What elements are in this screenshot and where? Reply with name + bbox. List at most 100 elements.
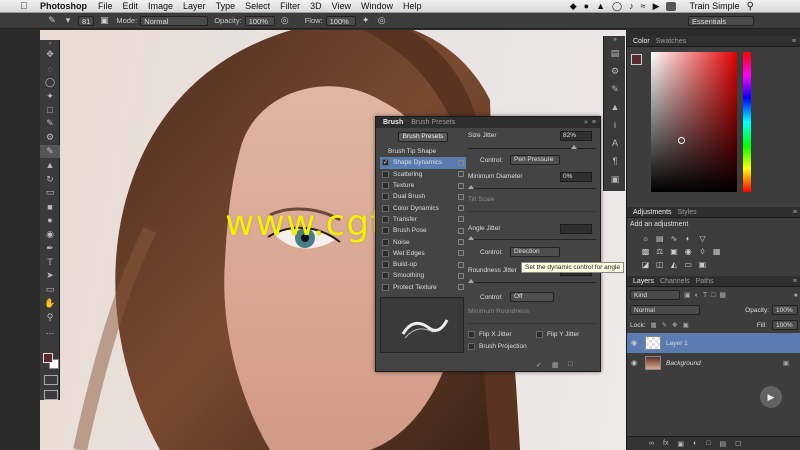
- flip-y-checkbox[interactable]: Flip Y Jitter: [536, 331, 579, 338]
- color-field[interactable]: [651, 52, 737, 192]
- notification-icon[interactable]: ●: [584, 1, 589, 11]
- delete-layer-icon[interactable]: ☐: [735, 440, 741, 448]
- toolbar-grip[interactable]: »: [40, 40, 60, 48]
- tool-presets-icon[interactable]: ▣: [604, 170, 626, 188]
- color-balance-icon[interactable]: ⚖: [655, 247, 664, 256]
- menu-filter[interactable]: Filter: [280, 1, 300, 11]
- lock-all-icon[interactable]: ▣: [683, 321, 689, 329]
- option-color-dynamics[interactable]: Color Dynamics: [380, 202, 466, 213]
- checkbox[interactable]: [382, 204, 389, 212]
- checkbox[interactable]: [536, 331, 543, 338]
- opacity-field[interactable]: 100%: [244, 15, 275, 26]
- filter-pixel-icon[interactable]: ▣: [684, 291, 691, 299]
- layer-style-icon[interactable]: fx: [663, 440, 668, 447]
- black-white-icon[interactable]: ▣: [669, 247, 678, 256]
- lock-icon[interactable]: [458, 171, 464, 178]
- history-brush-icon[interactable]: ↻: [40, 172, 60, 186]
- panel-collapse-icon[interactable]: »: [584, 119, 592, 126]
- slider-thumb[interactable]: [468, 185, 474, 189]
- blend-mode-select[interactable]: Normal: [630, 305, 700, 315]
- paragraph-panel-icon[interactable]: ¶: [604, 152, 626, 170]
- dock-grip-icon[interactable]: »: [604, 36, 626, 44]
- control-pen-pressure-select[interactable]: Pen Pressure: [510, 155, 560, 165]
- menu-file[interactable]: File: [98, 1, 113, 11]
- panel-menu-icon[interactable]: ≡: [592, 119, 600, 126]
- brush-projection-checkbox[interactable]: Brush Projection: [468, 343, 527, 350]
- panel-menu-icon[interactable]: ≡: [793, 278, 800, 285]
- checkbox[interactable]: [468, 331, 475, 338]
- checkbox[interactable]: [382, 283, 389, 291]
- tab-channels[interactable]: Channels: [657, 278, 693, 285]
- zoom-tool-icon[interactable]: ⚲: [40, 310, 60, 324]
- checkbox[interactable]: [382, 182, 389, 190]
- checkbox[interactable]: [382, 249, 389, 257]
- option-build-up[interactable]: Build-up: [380, 259, 466, 270]
- new-preset-icon[interactable]: □: [569, 361, 573, 369]
- lock-icon[interactable]: [458, 239, 464, 246]
- sound-icon[interactable]: ♪: [629, 1, 634, 11]
- vibrance-icon[interactable]: ▽: [698, 234, 707, 243]
- pen-tool-icon[interactable]: ✒: [40, 241, 60, 255]
- panel-menu-icon[interactable]: ≡: [792, 38, 800, 45]
- pressure-size-icon[interactable]: ◎: [376, 15, 388, 27]
- apple-icon[interactable]: : [20, 1, 32, 12]
- type-tool-icon[interactable]: T: [40, 255, 60, 269]
- eraser-tool-icon[interactable]: ▭: [40, 186, 60, 200]
- character-panel-icon[interactable]: A: [604, 134, 626, 152]
- tab-brush[interactable]: Brush: [379, 119, 407, 126]
- new-adjustment-icon[interactable]: ◐: [693, 440, 697, 447]
- size-jitter-slider[interactable]: [468, 145, 596, 149]
- play-icon[interactable]: ▶: [760, 386, 782, 408]
- gradient-map-icon[interactable]: ▭: [684, 260, 693, 269]
- pressure-opacity-icon[interactable]: ◎: [279, 15, 291, 27]
- angle-jitter-slider[interactable]: [468, 236, 596, 240]
- control-off-select[interactable]: Off: [510, 292, 554, 302]
- exposure-icon[interactable]: ◐: [684, 234, 693, 243]
- menu-image[interactable]: Image: [148, 1, 173, 11]
- checkbox[interactable]: [382, 227, 389, 235]
- tab-layers[interactable]: Layers: [630, 278, 657, 285]
- filter-toggle-icon[interactable]: ●: [794, 292, 798, 299]
- lock-icon[interactable]: [458, 182, 464, 189]
- option-scattering[interactable]: Scattering: [380, 169, 466, 180]
- flip-x-checkbox[interactable]: Flip X Jitter: [468, 331, 512, 338]
- marquee-tool-icon[interactable]: ◌: [40, 62, 60, 76]
- menu-layer[interactable]: Layer: [183, 1, 206, 11]
- tilt-scale-slider[interactable]: [468, 211, 596, 212]
- healing-brush-icon[interactable]: ⚙: [40, 131, 60, 145]
- checkbox[interactable]: [382, 170, 389, 178]
- color-selector[interactable]: [678, 137, 685, 144]
- crop-tool-icon[interactable]: □: [40, 103, 60, 117]
- option-protect-texture[interactable]: Protect Texture: [380, 282, 466, 293]
- option-wet-edges[interactable]: Wet Edges: [380, 248, 466, 259]
- user-name[interactable]: Train Simple: [689, 1, 739, 11]
- angle-jitter-field[interactable]: [560, 224, 592, 234]
- airbrush-icon[interactable]: ✦: [360, 15, 372, 27]
- add-mask-icon[interactable]: ▣: [677, 440, 684, 448]
- clone-source-icon[interactable]: ▲: [604, 98, 626, 116]
- timer-icon[interactable]: ◯: [612, 1, 622, 12]
- blur-tool-icon[interactable]: ●: [40, 214, 60, 228]
- control-direction-select[interactable]: Direction: [510, 247, 560, 257]
- shape-tool-icon[interactable]: ▭: [40, 283, 60, 297]
- tab-swatches[interactable]: Swatches: [653, 38, 689, 45]
- roundness-jitter-slider[interactable]: [468, 279, 596, 283]
- gradient-tool-icon[interactable]: ■: [40, 200, 60, 214]
- lock-position-icon[interactable]: ✥: [672, 321, 677, 329]
- option-smoothing[interactable]: Smoothing: [380, 270, 466, 281]
- lock-icon[interactable]: [458, 205, 464, 212]
- brush-panel-icon[interactable]: ✎: [604, 80, 626, 98]
- option-noise[interactable]: Noise: [380, 236, 466, 247]
- spotlight-icon[interactable]: ⚲: [747, 1, 754, 12]
- brush-presets-button[interactable]: Brush Presets: [398, 132, 448, 142]
- layer-row[interactable]: ◉ Background ▣: [627, 353, 800, 373]
- workspace-select[interactable]: Essentials: [688, 15, 754, 26]
- layer-opacity-field[interactable]: 100%: [772, 305, 798, 315]
- lock-icon[interactable]: [458, 216, 464, 223]
- clone-stamp-icon[interactable]: ▲: [40, 158, 60, 172]
- tab-color[interactable]: Color: [630, 38, 653, 45]
- layer-name[interactable]: Background: [666, 360, 701, 367]
- shield-icon[interactable]: ▲: [596, 1, 605, 11]
- menu-window[interactable]: Window: [361, 1, 393, 11]
- hand-tool-icon[interactable]: ✋: [40, 296, 60, 310]
